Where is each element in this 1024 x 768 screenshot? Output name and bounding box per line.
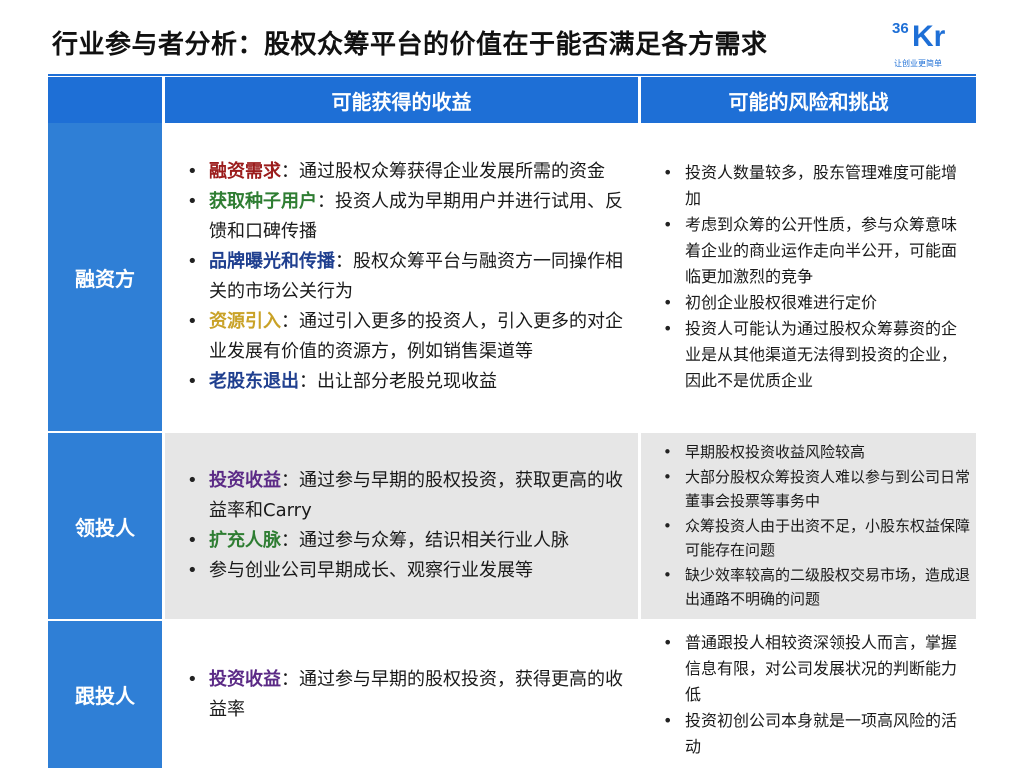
separator: ： (281, 668, 299, 690)
list-item: 投资初创公司本身就是一项高风险的活动 (661, 708, 970, 760)
risks-list: 早期股权投资收益风险较高 大部分股权众筹投资人难以参与到公司日常董事会投票等事务… (661, 440, 970, 612)
separator: ： (281, 530, 299, 551)
item-text: 通过参与众筹，结识相关行业人脉 (299, 530, 569, 551)
list-item: 老股东退出：出让部分老股兑现收益 (185, 367, 632, 397)
list-item: 考虑到众筹的公开性质，参与众筹意味着企业的商业运作走向半公开，可能面临更加激烈的… (661, 212, 970, 290)
keyword: 投资收益 (209, 668, 281, 690)
benefits-financier: 融资需求：通过股权众筹获得企业发展所需的资金 获取种子用户：投资人成为早期用户并… (165, 123, 638, 431)
list-item: 融资需求：通过股权众筹获得企业发展所需的资金 (185, 157, 632, 187)
keyword: 老股东退出 (209, 371, 299, 392)
benefits-list: 融资需求：通过股权众筹获得企业发展所需的资金 获取种子用户：投资人成为早期用户并… (185, 157, 632, 397)
list-item: 投资收益：通过参与早期的股权投资，获取更高的收益率和Carry (185, 466, 632, 526)
list-item: 大部分股权众筹投资人难以参与到公司日常董事会投票等事务中 (661, 465, 970, 514)
list-item: 投资收益：通过参与早期的股权投资，获得更高的收益率 (185, 665, 632, 725)
risks-list: 普通跟投人相较资深领投人而言，掌握信息有限，对公司发展状况的判断能力低 投资初创… (661, 630, 970, 760)
logo-letters: Kr (912, 20, 946, 53)
separator: ： (299, 371, 317, 392)
logo-slogan: 让创业更简单 (894, 59, 942, 68)
separator: ： (317, 191, 335, 212)
item-text: 通过股权众筹获得企业发展所需的资金 (299, 161, 605, 182)
list-item: 众筹投资人由于出资不足，小股东权益保障可能存在问题 (661, 514, 970, 563)
row-label-follow-investor: 跟投人 (48, 621, 162, 768)
separator: ： (281, 311, 299, 332)
page-title: 行业参与者分析：股权众筹平台的价值在于能否满足各方需求 (52, 30, 768, 60)
benefits-list: 投资收益：通过参与早期的股权投资，获取更高的收益率和Carry 扩充人脉：通过参… (185, 466, 632, 586)
list-item: 资源引入：通过引入更多的投资人，引入更多的对企业发展有价值的资源方，例如销售渠道… (185, 307, 632, 367)
analysis-table: 可能获得的收益 可能的风险和挑战 融资方 融资需求：通过股权众筹获得企业发展所需… (48, 77, 976, 768)
list-item: 缺少效率较高的二级股权交易市场，造成退出通路不明确的问题 (661, 563, 970, 612)
separator: ： (281, 161, 299, 182)
risks-follow-investor: 普通跟投人相较资深领投人而言，掌握信息有限，对公司发展状况的判断能力低 投资初创… (641, 621, 976, 768)
separator: ： (281, 470, 299, 491)
title-divider (48, 74, 976, 76)
keyword: 融资需求 (209, 161, 281, 182)
list-item: 参与创业公司早期成长、观察行业发展等 (185, 556, 632, 586)
row-label-lead-investor: 领投人 (48, 433, 162, 619)
list-item: 品牌曝光和传播：股权众筹平台与融资方一同操作相关的市场公关行为 (185, 247, 632, 307)
list-item: 投资人可能认为通过股权众筹募资的企业是从其他渠道无法得到投资的企业，因此不是优质… (661, 316, 970, 394)
header-risks: 可能的风险和挑战 (641, 77, 976, 123)
benefits-follow-investor: 投资收益：通过参与早期的股权投资，获得更高的收益率 (165, 621, 638, 768)
risks-lead-investor: 早期股权投资收益风险较高 大部分股权众筹投资人难以参与到公司日常董事会投票等事务… (641, 433, 976, 619)
benefits-lead-investor: 投资收益：通过参与早期的股权投资，获取更高的收益率和Carry 扩充人脉：通过参… (165, 433, 638, 619)
risks-list: 投资人数量较多，股东管理难度可能增加 考虑到众筹的公开性质，参与众筹意味着企业的… (661, 160, 970, 394)
keyword: 获取种子用户 (209, 191, 317, 212)
keyword: 扩充人脉 (209, 530, 281, 551)
keyword: 品牌曝光和传播 (209, 251, 335, 272)
list-item: 早期股权投资收益风险较高 (661, 440, 970, 465)
benefits-list: 投资收益：通过参与早期的股权投资，获得更高的收益率 (185, 665, 632, 725)
brand-logo: 36 Kr 让创业更简单 (884, 16, 956, 70)
risks-financier: 投资人数量较多，股东管理难度可能增加 考虑到众筹的公开性质，参与众筹意味着企业的… (641, 123, 976, 431)
list-item: 扩充人脉：通过参与众筹，结识相关行业人脉 (185, 526, 632, 556)
list-item: 初创企业股权很难进行定价 (661, 290, 970, 316)
list-item: 投资人数量较多，股东管理难度可能增加 (661, 160, 970, 212)
item-text: 参与创业公司早期成长、观察行业发展等 (209, 560, 533, 581)
separator: ： (335, 251, 353, 272)
row-label-financier: 融资方 (48, 123, 162, 431)
list-item: 普通跟投人相较资深领投人而言，掌握信息有限，对公司发展状况的判断能力低 (661, 630, 970, 708)
logo-number: 36 (892, 20, 909, 37)
header-corner (48, 77, 162, 123)
header-benefits: 可能获得的收益 (165, 77, 638, 123)
item-text: 出让部分老股兑现收益 (317, 371, 497, 392)
keyword: 资源引入 (209, 311, 281, 332)
list-item: 获取种子用户：投资人成为早期用户并进行试用、反馈和口碑传播 (185, 187, 632, 247)
keyword: 投资收益 (209, 470, 281, 491)
